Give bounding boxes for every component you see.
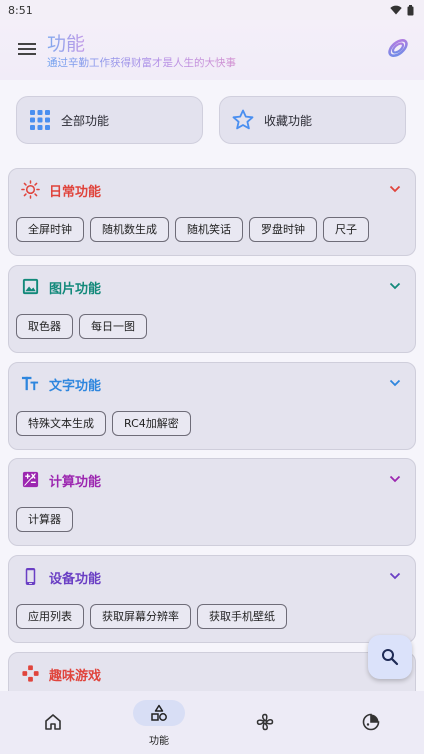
chip-rc4-crypto[interactable]: RC4加解密 bbox=[112, 411, 191, 436]
search-fab[interactable] bbox=[368, 635, 412, 679]
status-bar: 8:51 bbox=[0, 0, 424, 20]
category-card-device: 设备功能 应用列表 获取屏幕分辨率 获取手机壁纸 bbox=[8, 555, 416, 643]
category-header-image[interactable]: 图片功能 bbox=[9, 266, 415, 306]
chip-random-number[interactable]: 随机数生成 bbox=[90, 217, 169, 242]
chip-list: 计算器 bbox=[16, 507, 73, 532]
phone-icon bbox=[25, 567, 36, 586]
chip-phone-wallpaper[interactable]: 获取手机壁纸 bbox=[197, 604, 287, 629]
text-size-icon bbox=[21, 376, 39, 391]
category-icon bbox=[151, 704, 167, 721]
category-header-calc[interactable]: 计算功能 bbox=[9, 459, 415, 499]
chip-calculator[interactable]: 计算器 bbox=[16, 507, 73, 532]
bottom-nav: 功能 bbox=[0, 691, 424, 754]
category-header-device[interactable]: 设备功能 bbox=[9, 556, 415, 596]
favorites-button[interactable]: 收藏功能 bbox=[219, 96, 406, 144]
chip-screen-resolution[interactable]: 获取屏幕分辨率 bbox=[90, 604, 191, 629]
image-icon bbox=[22, 278, 39, 295]
chip-list: 应用列表 获取屏幕分辨率 获取手机壁纸 bbox=[16, 604, 287, 629]
search-icon bbox=[382, 649, 399, 666]
chevron-down-icon bbox=[389, 185, 401, 193]
category-header-text[interactable]: 文字功能 bbox=[9, 363, 415, 403]
category-title: 计算功能 bbox=[49, 475, 102, 490]
status-time: 8:51 bbox=[8, 3, 33, 17]
category-title: 图片功能 bbox=[49, 282, 102, 297]
page-title: 功能 bbox=[47, 29, 85, 56]
category-title: 日常功能 bbox=[49, 185, 102, 200]
category-title: 文字功能 bbox=[49, 379, 102, 394]
chip-special-text[interactable]: 特殊文本生成 bbox=[16, 411, 106, 436]
chip-list: 全屏时钟 随机数生成 随机笑话 罗盘时钟 尺子 bbox=[16, 217, 369, 242]
category-title: 趣味游戏 bbox=[49, 669, 102, 684]
nav-features[interactable]: 功能 bbox=[106, 691, 212, 754]
palette-icon bbox=[362, 713, 380, 731]
chip-list: 取色器 每日一图 bbox=[16, 314, 147, 339]
chip-compass-clock[interactable]: 罗盘时钟 bbox=[249, 217, 317, 242]
nav-palette[interactable] bbox=[318, 691, 424, 754]
category-title: 设备功能 bbox=[49, 572, 102, 587]
quick-actions: 全部功能 收藏功能 bbox=[16, 96, 406, 144]
chevron-down-icon bbox=[389, 379, 401, 387]
calculate-icon bbox=[22, 471, 39, 488]
gamepad-icon bbox=[22, 665, 39, 682]
sun-icon bbox=[21, 180, 40, 199]
menu-icon[interactable] bbox=[16, 38, 38, 60]
chevron-down-icon bbox=[389, 572, 401, 580]
wifi-icon bbox=[390, 5, 402, 15]
category-card-text: 文字功能 特殊文本生成 RC4加解密 bbox=[8, 362, 416, 450]
favorites-label: 收藏功能 bbox=[264, 113, 313, 128]
grid-icon bbox=[30, 110, 50, 130]
page-subtitle: 通过辛勤工作获得财富才是人生的大快事 bbox=[47, 57, 236, 69]
chip-list: 特殊文本生成 RC4加解密 bbox=[16, 411, 191, 436]
chevron-down-icon bbox=[389, 282, 401, 290]
category-card-daily: 日常功能 全屏时钟 随机数生成 随机笑话 罗盘时钟 尺子 bbox=[8, 168, 416, 256]
category-header-daily[interactable]: 日常功能 bbox=[9, 169, 415, 209]
star-icon bbox=[232, 109, 254, 130]
chip-app-list[interactable]: 应用列表 bbox=[16, 604, 84, 629]
nav-label: 功能 bbox=[149, 736, 169, 747]
battery-icon bbox=[407, 4, 414, 15]
theme-toggle-icon[interactable] bbox=[386, 36, 410, 60]
app-bar: 功能 通过辛勤工作获得财富才是人生的大快事 bbox=[0, 20, 424, 80]
category-header-games[interactable]: 趣味游戏 bbox=[9, 653, 415, 693]
fan-icon bbox=[256, 713, 274, 731]
chip-daily-picture[interactable]: 每日一图 bbox=[79, 314, 147, 339]
nav-fan[interactable] bbox=[212, 691, 318, 754]
chip-fullscreen-clock[interactable]: 全屏时钟 bbox=[16, 217, 84, 242]
category-card-calc: 计算功能 计算器 bbox=[8, 458, 416, 546]
chip-ruler[interactable]: 尺子 bbox=[323, 217, 369, 242]
nav-home[interactable] bbox=[0, 691, 106, 754]
chevron-down-icon bbox=[389, 475, 401, 483]
home-icon bbox=[45, 714, 61, 730]
chip-random-joke[interactable]: 随机笑话 bbox=[175, 217, 243, 242]
all-features-label: 全部功能 bbox=[61, 113, 110, 128]
all-features-button[interactable]: 全部功能 bbox=[16, 96, 203, 144]
category-card-image: 图片功能 取色器 每日一图 bbox=[8, 265, 416, 353]
chip-color-picker[interactable]: 取色器 bbox=[16, 314, 73, 339]
